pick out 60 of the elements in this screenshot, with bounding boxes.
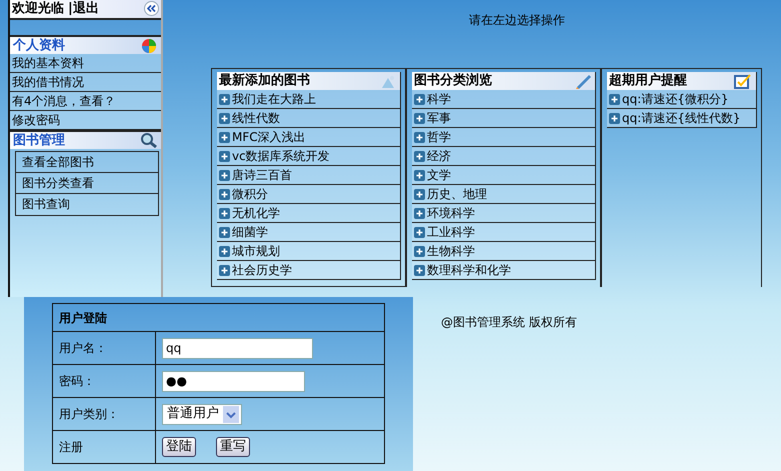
- list-link[interactable]: 经济: [427, 147, 451, 165]
- list-link[interactable]: 哲学: [427, 128, 451, 146]
- plus-icon: [414, 112, 425, 124]
- plus-icon: [414, 188, 425, 200]
- menu-item[interactable]: 有4个消息，查看？: [10, 92, 161, 111]
- plus-icon: [219, 112, 230, 124]
- register-link[interactable]: 注册: [52, 430, 156, 464]
- plus-icon: [414, 208, 425, 218]
- plus-icon: [219, 94, 230, 104]
- section-title: 图书管理: [13, 132, 65, 150]
- plus-icon: [414, 170, 425, 180]
- plus-icon: [219, 150, 230, 162]
- list-link[interactable]: 微积分: [232, 185, 268, 203]
- plus-icon: [414, 150, 425, 162]
- separator-text: |: [68, 1, 73, 16]
- pie-chart-icon: [140, 37, 158, 54]
- field-label: 密码：: [52, 364, 156, 398]
- copyright-text: @图书管理系统 版权所有: [441, 314, 577, 331]
- plus-icon: [219, 264, 230, 276]
- list-link[interactable]: 细菌学: [232, 223, 268, 241]
- search-icon: [140, 132, 158, 148]
- plus-icon: [219, 226, 230, 238]
- plus-icon: [414, 132, 425, 142]
- list-link[interactable]: 科学: [427, 90, 451, 108]
- menu-item[interactable]: 我的借书情况: [10, 73, 161, 92]
- plus-icon: [414, 226, 425, 238]
- field-label: 用户名：: [52, 332, 156, 364]
- plus-icon: [219, 170, 230, 180]
- menu-item[interactable]: 图书查询: [16, 194, 158, 215]
- plus-icon: [609, 112, 620, 124]
- menu-item[interactable]: 我的基本资料: [10, 54, 161, 73]
- form-button[interactable]: 重写: [216, 437, 250, 457]
- username-field[interactable]: qq: [162, 338, 313, 358]
- plus-icon: [219, 132, 230, 142]
- panel-title: 超期用户提醒: [609, 72, 687, 90]
- plus-icon: [219, 188, 230, 200]
- user-type-select[interactable]: 普通用户: [162, 404, 242, 424]
- logout-link[interactable]: 退出: [72, 1, 99, 16]
- menu-item[interactable]: 图书分类查看: [16, 173, 158, 194]
- login-title: 用户登陆: [52, 304, 384, 332]
- password-field[interactable]: ●●: [162, 370, 305, 392]
- welcome-text: 欢迎光临: [12, 1, 64, 16]
- plus-icon: [414, 94, 425, 104]
- plus-icon: [414, 264, 425, 276]
- panel-title: 图书分类浏览: [414, 72, 492, 90]
- panel-title: 最新添加的图书: [219, 72, 310, 90]
- pen-icon: [575, 72, 593, 89]
- field-label: 用户类别：: [52, 398, 156, 430]
- plus-icon: [414, 246, 425, 256]
- plus-icon: [219, 208, 230, 218]
- section-title: 个人资料: [13, 36, 65, 55]
- plus-icon: [609, 94, 620, 104]
- hint-text: 请在左边选择操作: [468, 12, 566, 29]
- list-link[interactable]: 军事: [427, 109, 451, 127]
- list-link[interactable]: 文学: [427, 166, 451, 184]
- menu-item[interactable]: 修改密码: [10, 111, 161, 130]
- menu-item[interactable]: 查看全部图书: [16, 152, 158, 173]
- form-button[interactable]: 登陆: [162, 437, 196, 457]
- plus-icon: [219, 246, 230, 256]
- collapse-icon[interactable]: [144, 1, 159, 16]
